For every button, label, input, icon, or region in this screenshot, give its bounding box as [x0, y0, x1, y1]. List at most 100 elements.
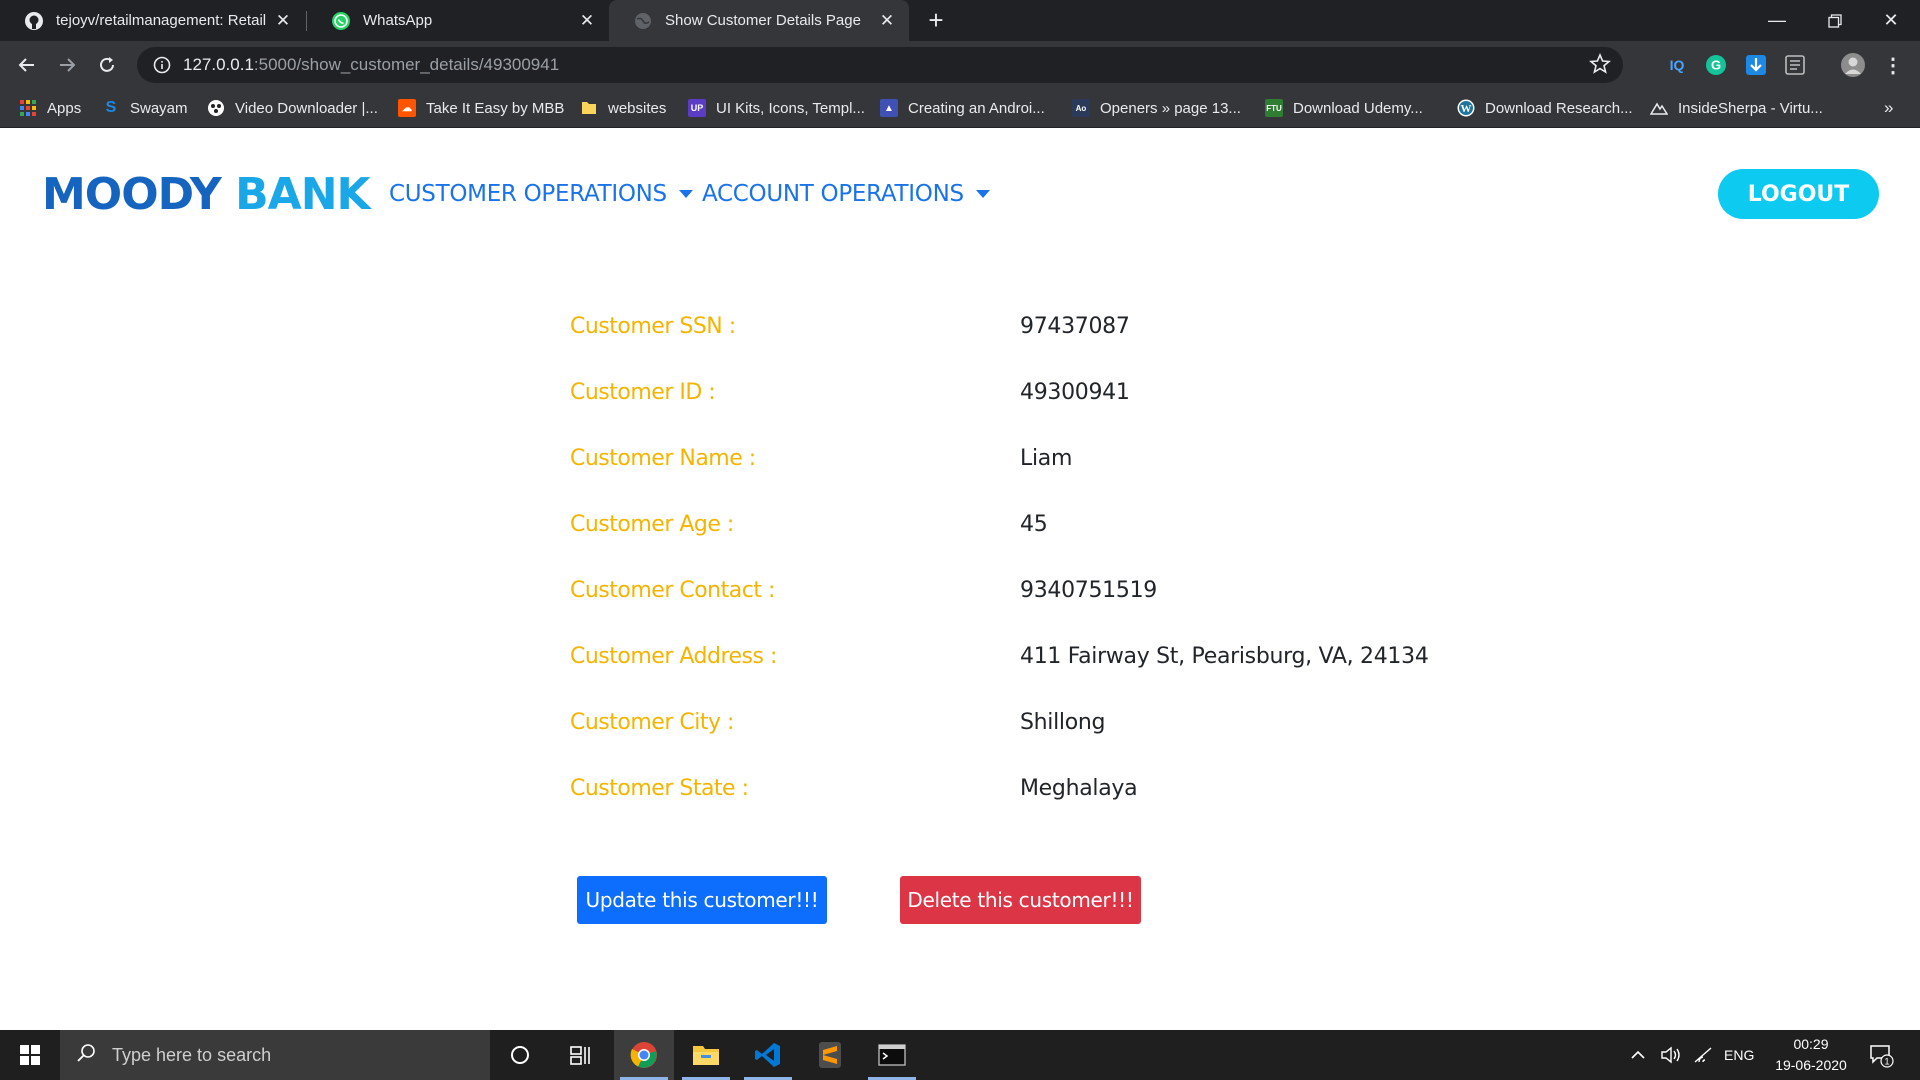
bookmark-creating-android[interactable]: ▲ Creating an Androi... — [880, 88, 1045, 128]
address-bar[interactable]: 127.0.0.1:5000/show_customer_details/493… — [137, 47, 1623, 83]
close-icon[interactable]: ✕ — [573, 11, 601, 31]
ftu-icon: FTU — [1265, 99, 1283, 117]
tab-customer-details[interactable]: Show Customer Details Page ✕ — [609, 0, 909, 41]
delete-customer-button[interactable]: Delete this customer!!! — [900, 876, 1141, 924]
bookmark-swayam[interactable]: S Swayam — [102, 88, 188, 128]
bookmarks-overflow-button[interactable]: » — [1884, 88, 1893, 128]
search-icon — [76, 1043, 96, 1067]
bookmark-label: UI Kits, Icons, Templ... — [716, 99, 865, 117]
grammarly-icon[interactable]: G — [1703, 52, 1729, 78]
detail-value: Meghalaya — [1020, 776, 1138, 801]
detail-row-contact: Customer Contact : 9340751519 — [570, 578, 1470, 644]
forward-button[interactable] — [50, 48, 84, 82]
bookmark-download-research[interactable]: W Download Research... — [1457, 88, 1633, 128]
tab-github[interactable]: tejoyv/retailmanagement: Retail M ✕ — [0, 0, 305, 41]
github-icon — [24, 11, 44, 31]
show-hidden-icons[interactable] — [1630, 1030, 1646, 1080]
detail-label: Customer State : — [570, 776, 749, 801]
account-operations-menu[interactable]: ACCOUNT OPERATIONS — [702, 181, 990, 207]
tab-title: tejoyv/retailmanagement: Retail M — [56, 12, 269, 29]
detail-value: 45 — [1020, 512, 1048, 537]
tab-whatsapp[interactable]: WhatsApp ✕ — [307, 0, 609, 41]
bookmark-take-it-easy[interactable]: ☁ Take It Easy by MBB — [398, 88, 564, 128]
bookmark-label: Creating an Androi... — [908, 99, 1045, 117]
bookmark-apps[interactable]: Apps — [19, 88, 81, 128]
back-button[interactable] — [10, 48, 44, 82]
apps-grid-icon — [19, 99, 37, 117]
new-tab-button[interactable]: + — [922, 6, 950, 34]
chrome-menu-icon[interactable]: ⋮ — [1880, 52, 1906, 78]
vscode-icon[interactable] — [738, 1030, 798, 1080]
task-view-icon[interactable] — [550, 1030, 610, 1080]
tab-title: Show Customer Details Page — [665, 12, 861, 29]
bookmark-openers[interactable]: Ao Openers » page 13... — [1072, 88, 1241, 128]
language-indicator[interactable]: ENG — [1724, 1030, 1754, 1080]
customer-details: Customer SSN : 97437087 Customer ID : 49… — [570, 314, 1470, 842]
bookmark-download-udemy[interactable]: FTU Download Udemy... — [1265, 88, 1423, 128]
terminal-icon[interactable] — [862, 1030, 922, 1080]
customer-operations-label: CUSTOMER OPERATIONS — [389, 181, 667, 207]
bookmark-label: Take It Easy by MBB — [426, 99, 565, 117]
bookmark-websites[interactable]: websites — [580, 88, 666, 128]
detail-label: Customer Contact : — [570, 578, 775, 603]
detail-label: Customer City : — [570, 710, 734, 735]
reload-button[interactable] — [90, 48, 124, 82]
search-placeholder: Type here to search — [112, 1044, 272, 1065]
cortana-icon[interactable] — [490, 1030, 550, 1080]
url-text: 127.0.0.1:5000/show_customer_details/493… — [183, 55, 559, 75]
notification-center-icon[interactable]: 1 — [1868, 1030, 1894, 1080]
detail-row-ssn: Customer SSN : 97437087 — [570, 314, 1470, 380]
detail-row-age: Customer Age : 45 — [570, 512, 1470, 578]
ui-kits-icon: UP — [688, 99, 706, 117]
swayam-icon: S — [105, 99, 117, 116]
brand-logo[interactable]: MOODY BANK — [42, 169, 371, 220]
restore-button[interactable] — [1806, 0, 1864, 41]
system-clock[interactable]: 00:29 19-06-2020 — [1756, 1034, 1866, 1076]
bookmark-label: websites — [608, 99, 667, 117]
bookmark-label: InsideSherpa - Virtu... — [1678, 99, 1823, 117]
bookmark-ui-kits[interactable]: UP UI Kits, Icons, Templ... — [688, 88, 865, 128]
brand-bank: BANK — [235, 169, 371, 220]
windows-start-icon[interactable] — [0, 1030, 60, 1080]
whatsapp-icon — [331, 11, 351, 31]
taskbar-search-box[interactable]: Type here to search — [60, 1030, 490, 1080]
brand-moody: MOODY — [42, 169, 222, 220]
logout-button[interactable]: LOGOUT — [1718, 169, 1879, 219]
profile-avatar[interactable] — [1840, 52, 1866, 78]
url-host: 127.0.0.1 — [183, 55, 254, 74]
close-window-button[interactable]: ✕ — [1862, 0, 1920, 41]
bookmark-label: Download Research... — [1485, 99, 1633, 117]
video-downloader-icon — [207, 99, 225, 117]
chrome-taskbar-icon[interactable] — [614, 1030, 674, 1080]
clock-time: 00:29 — [1793, 1036, 1829, 1052]
detail-label: Customer Name : — [570, 446, 756, 471]
account-operations-label: ACCOUNT OPERATIONS — [702, 181, 964, 207]
close-icon[interactable]: ✕ — [873, 11, 901, 31]
wifi-icon[interactable] — [1693, 1030, 1713, 1080]
update-customer-button[interactable]: Update this customer!!! — [577, 876, 827, 924]
info-icon[interactable] — [145, 56, 179, 74]
volume-icon[interactable] — [1660, 1030, 1682, 1080]
sublime-text-icon[interactable] — [800, 1030, 860, 1080]
bookmark-star-icon[interactable] — [1588, 52, 1612, 79]
file-explorer-icon[interactable] — [676, 1030, 736, 1080]
download-extension-icon[interactable] — [1743, 52, 1769, 78]
customer-operations-menu[interactable]: CUSTOMER OPERATIONS — [389, 181, 693, 207]
detail-value: Liam — [1020, 446, 1073, 471]
bookmark-label: Video Downloader |... — [235, 99, 378, 117]
clock-date: 19-06-2020 — [1775, 1057, 1847, 1073]
page-content: MOODY BANK CUSTOMER OPERATIONS ACCOUNT O… — [0, 129, 1920, 1030]
bookmark-insidesherpa[interactable]: InsideSherpa - Virtu... — [1650, 88, 1823, 128]
browser-tab-bar: tejoyv/retailmanagement: Retail M ✕ What… — [0, 0, 1920, 41]
bookmark-video-downloader[interactable]: Video Downloader |... — [207, 88, 378, 128]
bookmark-label: Download Udemy... — [1293, 99, 1423, 117]
close-icon[interactable]: ✕ — [269, 11, 297, 31]
detail-value: 9340751519 — [1020, 578, 1157, 603]
reader-extension-icon[interactable] — [1782, 52, 1808, 78]
iq-extension-icon[interactable]: IQ — [1664, 52, 1690, 78]
minimize-button[interactable]: — — [1748, 0, 1806, 41]
detail-label: Customer Address : — [570, 644, 777, 669]
bookmark-label: Swayam — [130, 99, 188, 117]
detail-row-address: Customer Address : 411 Fairway St, Peari… — [570, 644, 1470, 710]
notification-count: 1 — [1884, 1057, 1889, 1067]
